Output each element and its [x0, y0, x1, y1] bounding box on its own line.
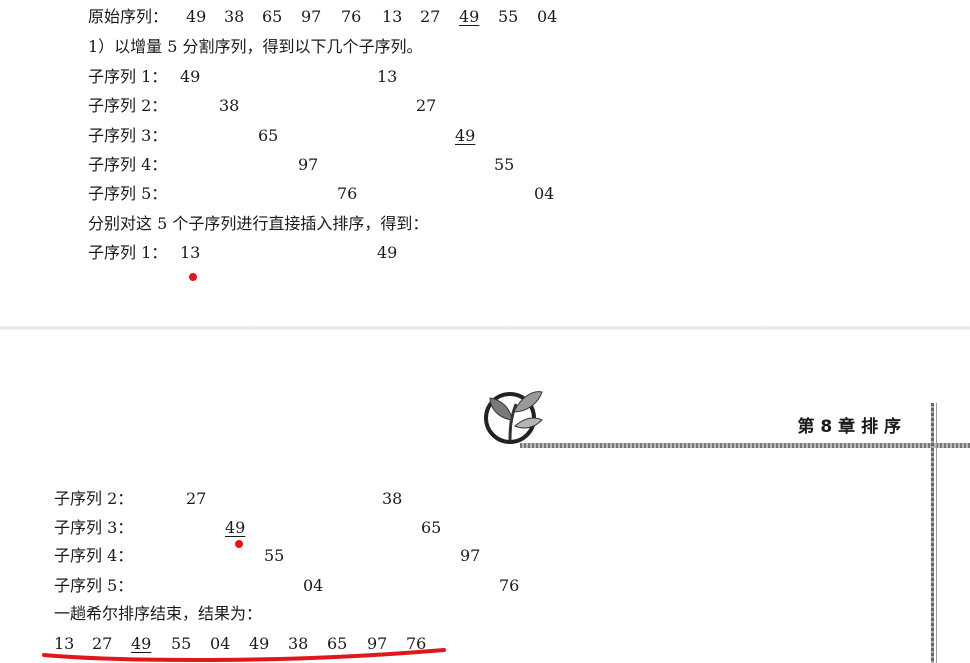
- margin-rule: [931, 403, 934, 663]
- subseq-value: 65: [421, 518, 442, 537]
- page-separator: [0, 326, 970, 330]
- subseq-value: 65: [258, 126, 279, 145]
- seq-value: 04: [537, 7, 558, 26]
- subseq-value: 27: [416, 96, 437, 115]
- result-text: 一趟希尔排序结束，结果为：: [54, 604, 263, 623]
- subseq-value-underlined: 49: [225, 518, 246, 537]
- subseq-value: 38: [219, 96, 240, 115]
- subseq-label: 子序列 3：: [54, 518, 134, 537]
- subseq-label: 子序列 1：: [88, 243, 168, 262]
- subseq-value-underlined: 49: [455, 126, 476, 145]
- seq-value: 76: [341, 7, 362, 26]
- subseq-label: 子序列 5：: [54, 576, 134, 595]
- subseq-label: 子序列 1：: [88, 67, 168, 86]
- subseq-value: 76: [337, 184, 358, 203]
- step2-text: 分别对这 5 个子序列进行直接插入排序，得到：: [88, 214, 429, 233]
- subseq-label: 子序列 2：: [54, 489, 134, 508]
- subseq-value: 27: [186, 489, 207, 508]
- subseq-label: 子序列 4：: [54, 546, 134, 565]
- subseq-label: 子序列 5：: [88, 184, 168, 203]
- subseq-value: 49: [180, 67, 201, 86]
- subseq-value: 55: [264, 546, 285, 565]
- red-mark-dot: [189, 273, 197, 281]
- subseq-value: 76: [499, 576, 520, 595]
- seq-value: 55: [498, 7, 519, 26]
- seq-value: 49: [186, 7, 207, 26]
- subseq-value: 04: [534, 184, 555, 203]
- red-underline-stroke: [42, 648, 446, 662]
- subseq-value: 38: [382, 489, 403, 508]
- subseq-value: 55: [494, 155, 515, 174]
- original-label: 原始序列：: [88, 7, 169, 26]
- subseq-value: 49: [377, 243, 398, 262]
- subseq-value: 97: [298, 155, 319, 174]
- subseq-value: 13: [377, 67, 398, 86]
- subseq-label: 子序列 3：: [88, 126, 168, 145]
- subseq-value: 04: [303, 576, 324, 595]
- seq-value: 65: [262, 7, 283, 26]
- subseq-label: 子序列 4：: [88, 155, 168, 174]
- subseq-label: 子序列 2：: [88, 96, 168, 115]
- red-mark-dot: [235, 540, 243, 548]
- subseq-value: 97: [460, 546, 481, 565]
- seq-value: 38: [224, 7, 245, 26]
- seq-value: 27: [420, 7, 441, 26]
- seq-value-underlined: 49: [459, 7, 480, 26]
- header-rule: [520, 443, 970, 448]
- margin-rule-thin: [936, 403, 937, 663]
- seq-value: 13: [382, 7, 403, 26]
- chapter-header: 第 8 章 排 序: [797, 417, 901, 437]
- seq-value: 97: [301, 7, 322, 26]
- subseq-value: 13: [180, 243, 201, 262]
- step1-text: 1）以增量 5 分割序列，得到以下几个子序列。: [88, 37, 423, 56]
